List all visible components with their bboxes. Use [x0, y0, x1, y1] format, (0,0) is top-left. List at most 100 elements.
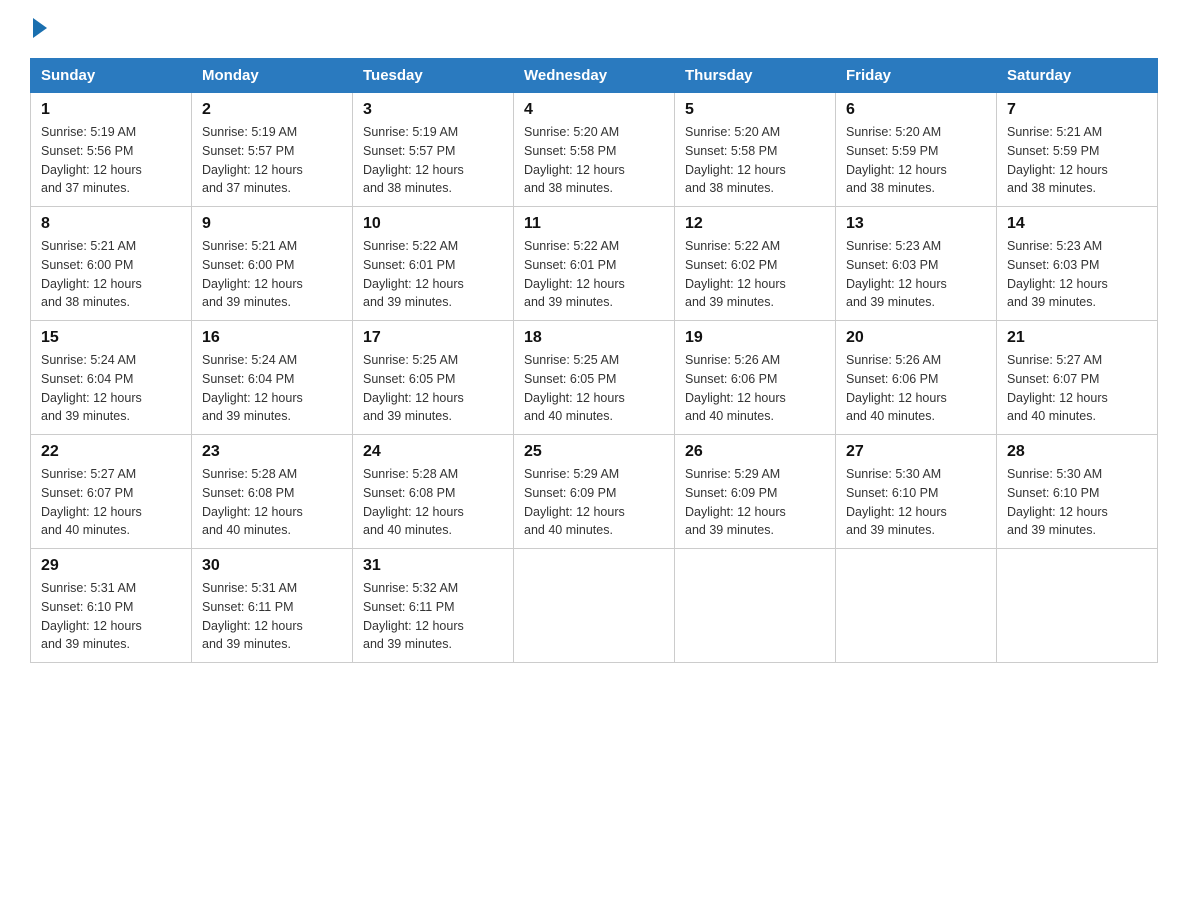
day-info: Sunrise: 5:24 AMSunset: 6:04 PMDaylight:…	[202, 353, 303, 423]
calendar-cell: 28 Sunrise: 5:30 AMSunset: 6:10 PMDaylig…	[997, 435, 1158, 549]
calendar-cell: 18 Sunrise: 5:25 AMSunset: 6:05 PMDaylig…	[514, 321, 675, 435]
day-number: 25	[524, 443, 664, 461]
day-number: 15	[41, 329, 181, 347]
day-info: Sunrise: 5:19 AMSunset: 5:56 PMDaylight:…	[41, 125, 142, 195]
day-info: Sunrise: 5:20 AMSunset: 5:58 PMDaylight:…	[524, 125, 625, 195]
calendar-cell: 25 Sunrise: 5:29 AMSunset: 6:09 PMDaylig…	[514, 435, 675, 549]
logo	[30, 20, 47, 40]
day-info: Sunrise: 5:28 AMSunset: 6:08 PMDaylight:…	[363, 467, 464, 537]
calendar-cell: 2 Sunrise: 5:19 AMSunset: 5:57 PMDayligh…	[192, 93, 353, 207]
calendar-cell: 3 Sunrise: 5:19 AMSunset: 5:57 PMDayligh…	[353, 93, 514, 207]
day-number: 8	[41, 215, 181, 233]
day-number: 14	[1007, 215, 1147, 233]
calendar-cell: 4 Sunrise: 5:20 AMSunset: 5:58 PMDayligh…	[514, 93, 675, 207]
day-number: 17	[363, 329, 503, 347]
day-number: 29	[41, 557, 181, 575]
day-info: Sunrise: 5:22 AMSunset: 6:01 PMDaylight:…	[363, 239, 464, 309]
day-number: 20	[846, 329, 986, 347]
calendar-cell: 5 Sunrise: 5:20 AMSunset: 5:58 PMDayligh…	[675, 93, 836, 207]
weekday-header-row: SundayMondayTuesdayWednesdayThursdayFrid…	[31, 59, 1158, 93]
calendar-cell: 17 Sunrise: 5:25 AMSunset: 6:05 PMDaylig…	[353, 321, 514, 435]
day-info: Sunrise: 5:29 AMSunset: 6:09 PMDaylight:…	[524, 467, 625, 537]
day-info: Sunrise: 5:21 AMSunset: 6:00 PMDaylight:…	[202, 239, 303, 309]
day-info: Sunrise: 5:22 AMSunset: 6:02 PMDaylight:…	[685, 239, 786, 309]
weekday-header-thursday: Thursday	[675, 59, 836, 93]
weekday-header-friday: Friday	[836, 59, 997, 93]
calendar-cell: 16 Sunrise: 5:24 AMSunset: 6:04 PMDaylig…	[192, 321, 353, 435]
day-info: Sunrise: 5:20 AMSunset: 5:58 PMDaylight:…	[685, 125, 786, 195]
calendar-cell	[836, 549, 997, 663]
calendar-week-1: 1 Sunrise: 5:19 AMSunset: 5:56 PMDayligh…	[31, 93, 1158, 207]
calendar-cell: 11 Sunrise: 5:22 AMSunset: 6:01 PMDaylig…	[514, 207, 675, 321]
day-info: Sunrise: 5:24 AMSunset: 6:04 PMDaylight:…	[41, 353, 142, 423]
calendar-week-2: 8 Sunrise: 5:21 AMSunset: 6:00 PMDayligh…	[31, 207, 1158, 321]
calendar-cell	[997, 549, 1158, 663]
day-number: 6	[846, 101, 986, 119]
day-info: Sunrise: 5:31 AMSunset: 6:10 PMDaylight:…	[41, 581, 142, 651]
calendar-cell: 21 Sunrise: 5:27 AMSunset: 6:07 PMDaylig…	[997, 321, 1158, 435]
calendar-cell: 22 Sunrise: 5:27 AMSunset: 6:07 PMDaylig…	[31, 435, 192, 549]
calendar-cell: 23 Sunrise: 5:28 AMSunset: 6:08 PMDaylig…	[192, 435, 353, 549]
logo-arrow-icon	[33, 18, 47, 38]
day-info: Sunrise: 5:26 AMSunset: 6:06 PMDaylight:…	[846, 353, 947, 423]
calendar-cell: 27 Sunrise: 5:30 AMSunset: 6:10 PMDaylig…	[836, 435, 997, 549]
calendar-cell: 20 Sunrise: 5:26 AMSunset: 6:06 PMDaylig…	[836, 321, 997, 435]
day-number: 22	[41, 443, 181, 461]
calendar-cell: 13 Sunrise: 5:23 AMSunset: 6:03 PMDaylig…	[836, 207, 997, 321]
calendar-week-4: 22 Sunrise: 5:27 AMSunset: 6:07 PMDaylig…	[31, 435, 1158, 549]
calendar-cell: 26 Sunrise: 5:29 AMSunset: 6:09 PMDaylig…	[675, 435, 836, 549]
day-info: Sunrise: 5:19 AMSunset: 5:57 PMDaylight:…	[363, 125, 464, 195]
day-info: Sunrise: 5:22 AMSunset: 6:01 PMDaylight:…	[524, 239, 625, 309]
calendar-cell	[675, 549, 836, 663]
day-number: 26	[685, 443, 825, 461]
weekday-header-sunday: Sunday	[31, 59, 192, 93]
calendar-cell: 30 Sunrise: 5:31 AMSunset: 6:11 PMDaylig…	[192, 549, 353, 663]
day-number: 19	[685, 329, 825, 347]
weekday-header-wednesday: Wednesday	[514, 59, 675, 93]
day-number: 28	[1007, 443, 1147, 461]
day-number: 9	[202, 215, 342, 233]
day-number: 1	[41, 101, 181, 119]
logo-bottom	[30, 20, 47, 40]
calendar-cell: 14 Sunrise: 5:23 AMSunset: 6:03 PMDaylig…	[997, 207, 1158, 321]
day-number: 3	[363, 101, 503, 119]
day-number: 18	[524, 329, 664, 347]
calendar-cell: 12 Sunrise: 5:22 AMSunset: 6:02 PMDaylig…	[675, 207, 836, 321]
day-info: Sunrise: 5:31 AMSunset: 6:11 PMDaylight:…	[202, 581, 303, 651]
calendar-week-3: 15 Sunrise: 5:24 AMSunset: 6:04 PMDaylig…	[31, 321, 1158, 435]
weekday-header-saturday: Saturday	[997, 59, 1158, 93]
day-info: Sunrise: 5:25 AMSunset: 6:05 PMDaylight:…	[363, 353, 464, 423]
day-info: Sunrise: 5:23 AMSunset: 6:03 PMDaylight:…	[846, 239, 947, 309]
day-info: Sunrise: 5:32 AMSunset: 6:11 PMDaylight:…	[363, 581, 464, 651]
calendar-cell: 24 Sunrise: 5:28 AMSunset: 6:08 PMDaylig…	[353, 435, 514, 549]
calendar-cell: 19 Sunrise: 5:26 AMSunset: 6:06 PMDaylig…	[675, 321, 836, 435]
calendar-cell	[514, 549, 675, 663]
calendar-cell: 29 Sunrise: 5:31 AMSunset: 6:10 PMDaylig…	[31, 549, 192, 663]
day-info: Sunrise: 5:26 AMSunset: 6:06 PMDaylight:…	[685, 353, 786, 423]
day-info: Sunrise: 5:30 AMSunset: 6:10 PMDaylight:…	[846, 467, 947, 537]
day-info: Sunrise: 5:27 AMSunset: 6:07 PMDaylight:…	[1007, 353, 1108, 423]
weekday-header-monday: Monday	[192, 59, 353, 93]
day-number: 10	[363, 215, 503, 233]
day-number: 5	[685, 101, 825, 119]
day-number: 13	[846, 215, 986, 233]
day-info: Sunrise: 5:25 AMSunset: 6:05 PMDaylight:…	[524, 353, 625, 423]
calendar-cell: 6 Sunrise: 5:20 AMSunset: 5:59 PMDayligh…	[836, 93, 997, 207]
day-info: Sunrise: 5:23 AMSunset: 6:03 PMDaylight:…	[1007, 239, 1108, 309]
calendar-cell: 31 Sunrise: 5:32 AMSunset: 6:11 PMDaylig…	[353, 549, 514, 663]
calendar-cell: 8 Sunrise: 5:21 AMSunset: 6:00 PMDayligh…	[31, 207, 192, 321]
day-number: 16	[202, 329, 342, 347]
calendar-cell: 15 Sunrise: 5:24 AMSunset: 6:04 PMDaylig…	[31, 321, 192, 435]
day-number: 11	[524, 215, 664, 233]
day-info: Sunrise: 5:21 AMSunset: 5:59 PMDaylight:…	[1007, 125, 1108, 195]
weekday-header-tuesday: Tuesday	[353, 59, 514, 93]
day-info: Sunrise: 5:19 AMSunset: 5:57 PMDaylight:…	[202, 125, 303, 195]
day-info: Sunrise: 5:28 AMSunset: 6:08 PMDaylight:…	[202, 467, 303, 537]
day-info: Sunrise: 5:27 AMSunset: 6:07 PMDaylight:…	[41, 467, 142, 537]
calendar-cell: 10 Sunrise: 5:22 AMSunset: 6:01 PMDaylig…	[353, 207, 514, 321]
day-number: 12	[685, 215, 825, 233]
day-number: 30	[202, 557, 342, 575]
day-number: 27	[846, 443, 986, 461]
day-info: Sunrise: 5:21 AMSunset: 6:00 PMDaylight:…	[41, 239, 142, 309]
page-header	[30, 20, 1158, 40]
